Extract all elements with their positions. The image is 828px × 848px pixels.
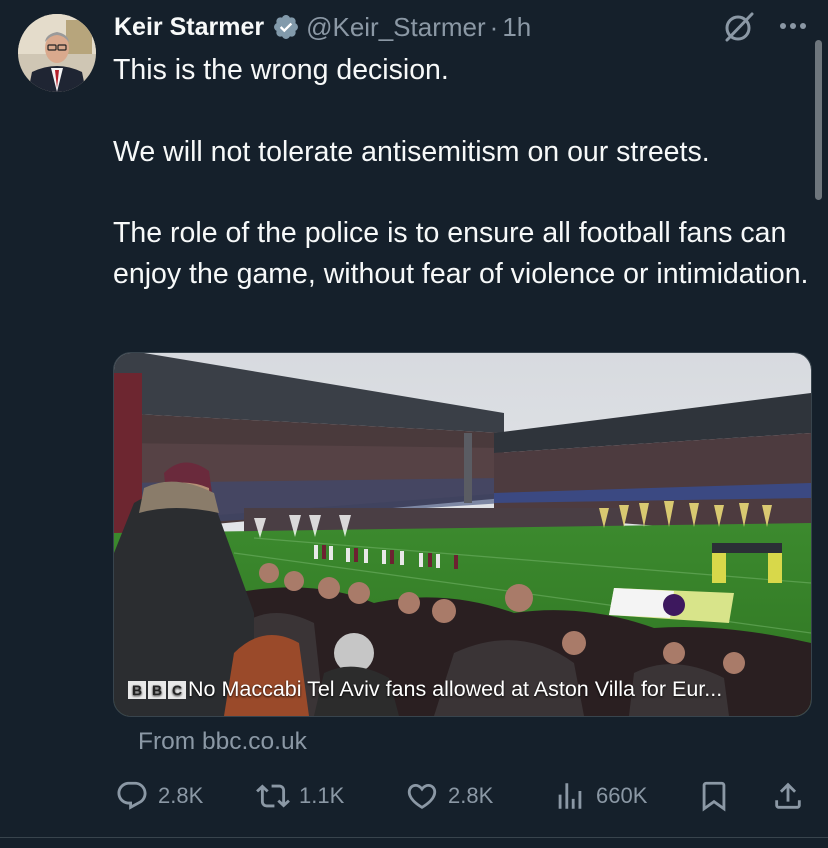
views-icon: [558, 783, 582, 809]
bbc-logo: B B C: [128, 680, 186, 699]
views-count: 660K: [596, 783, 648, 808]
avatar[interactable]: [18, 14, 96, 92]
like-button[interactable]: 2.8K: [405, 776, 493, 816]
tweet-paragraph: The role of the police is to ensure all …: [113, 217, 809, 290]
repost-count: 1.1K: [299, 783, 345, 808]
reply-button[interactable]: 2.8K: [115, 776, 203, 816]
share-button[interactable]: [771, 776, 814, 816]
link-card[interactable]: B B C No Maccabi Tel Aviv fans allowed a…: [113, 352, 812, 717]
tweet-paragraph: We will not tolerate antisemitism on our…: [113, 135, 710, 168]
grok-icon[interactable]: [722, 10, 756, 44]
action-bar: 2.8K 1.1K 2.8K 660K: [113, 776, 813, 816]
bbc-logo-letter: B: [128, 680, 146, 699]
bookmark-button[interactable]: [697, 776, 740, 816]
repost-button[interactable]: 1.1K: [256, 776, 344, 816]
card-title: No Maccabi Tel Aviv fans allowed at Asto…: [188, 677, 723, 701]
tweet[interactable]: Keir Starmer @Keir_Starmer · 1h This is …: [0, 0, 828, 848]
tweet-text: This is the wrong decision. We will not …: [113, 50, 813, 294]
reply-count: 2.8K: [158, 783, 204, 808]
bbc-logo-letter: C: [168, 680, 186, 699]
repost-icon: [256, 784, 290, 808]
tweet-paragraph: This is the wrong decision.: [113, 54, 449, 86]
share-icon: [775, 782, 801, 809]
author-name[interactable]: Keir Starmer: [114, 13, 264, 42]
like-count: 2.8K: [448, 783, 494, 808]
card-caption[interactable]: B B C No Maccabi Tel Aviv fans allowed a…: [128, 677, 722, 702]
meta-separator: ·: [489, 11, 499, 42]
heart-icon: [407, 783, 437, 809]
reply-icon: [117, 781, 147, 810]
views-button[interactable]: 660K: [553, 776, 647, 816]
bookmark-icon: [702, 781, 726, 812]
verified-badge-icon: [272, 13, 300, 41]
author-handle[interactable]: @Keir_Starmer: [306, 12, 486, 43]
tweet-time[interactable]: 1h: [502, 12, 531, 43]
scrollbar[interactable]: [815, 40, 822, 200]
bbc-logo-letter: B: [148, 680, 166, 699]
divider: [0, 837, 828, 838]
more-icon[interactable]: [776, 12, 810, 40]
stadium-photo: [114, 353, 811, 716]
card-source[interactable]: From bbc.co.uk: [138, 728, 307, 756]
tweet-header: Keir Starmer @Keir_Starmer · 1h: [114, 10, 531, 44]
